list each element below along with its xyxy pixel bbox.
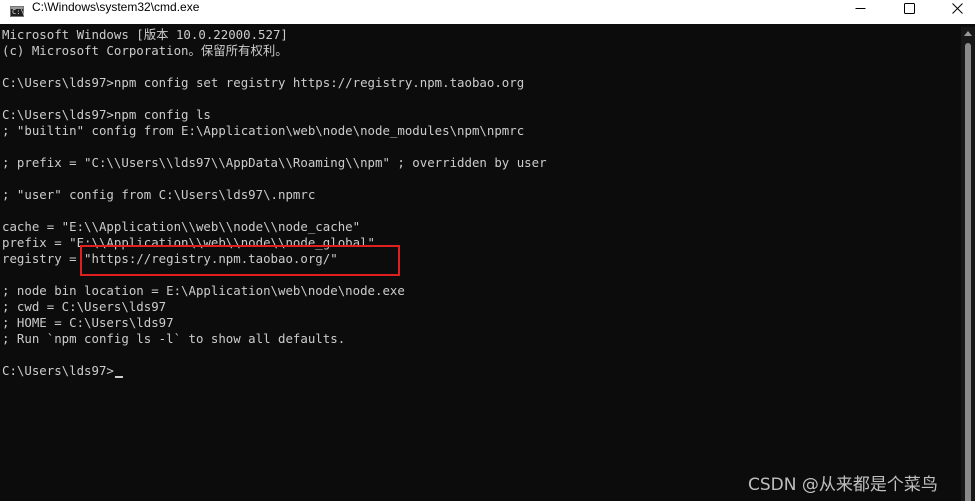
- terminal-line: (c) Microsoft Corporation。保留所有权利。: [2, 43, 288, 58]
- terminal-line: Microsoft Windows [版本 10.0.22000.527]: [2, 27, 288, 42]
- terminal-line: cache = "E:\\Application\\web\\node\\nod…: [2, 219, 361, 234]
- terminal-line: prefix = "E:\\Application\\web\\node\\no…: [2, 235, 375, 250]
- cmd-app-icon[interactable]: C:\: [10, 6, 25, 17]
- app-icon-text: C:\: [12, 8, 25, 16]
- close-icon: [951, 2, 963, 14]
- csdn-watermark: CSDN @从来都是个菜鸟: [748, 475, 938, 495]
- terminal-line: ; "user" config from C:\Users\lds97\.npm…: [2, 187, 316, 202]
- terminal-line: ; HOME = C:\Users\lds97: [2, 315, 174, 330]
- registry-line: registry = "https://registry.npm.taobao.…: [2, 251, 338, 266]
- prompt-text: C:\Users\lds97>: [2, 363, 114, 378]
- terminal-line: C:\Users\lds97>npm config ls: [2, 107, 211, 122]
- terminal-line: ; "builtin" config from E:\Application\w…: [2, 123, 525, 138]
- window-title: C:\Windows\system32\cmd.exe: [32, 0, 200, 14]
- terminal-line: ; cwd = C:\Users\lds97: [2, 299, 167, 314]
- vertical-scrollbar[interactable]: [961, 27, 975, 501]
- terminal-output[interactable]: Microsoft Windows [版本 10.0.22000.527] (c…: [2, 27, 942, 501]
- scrollbar-thumb[interactable]: [965, 43, 971, 501]
- prompt-line[interactable]: C:\Users\lds97>: [2, 363, 942, 379]
- terminal-line: ; Run `npm config ls -l` to show all def…: [2, 331, 346, 346]
- cmd-window: C:\ C:\Windows\system32\cmd.exe Microsof…: [0, 0, 975, 501]
- terminal-line: ; prefix = "C:\\Users\\lds97\\AppData\\R…: [2, 155, 547, 170]
- minimize-icon: [855, 7, 865, 9]
- terminal-line: ; node bin location = E:\Application\web…: [2, 283, 405, 298]
- minimize-button[interactable]: [837, 0, 883, 24]
- title-bar[interactable]: C:\ C:\Windows\system32\cmd.exe: [0, 0, 975, 24]
- text-cursor: [114, 376, 123, 378]
- maximize-button[interactable]: [886, 0, 932, 24]
- scroll-up-arrow-icon[interactable]: [964, 31, 972, 36]
- terminal-line: C:\Users\lds97>npm config set registry h…: [2, 75, 525, 90]
- maximize-icon: [903, 2, 915, 14]
- close-button[interactable]: [934, 0, 975, 24]
